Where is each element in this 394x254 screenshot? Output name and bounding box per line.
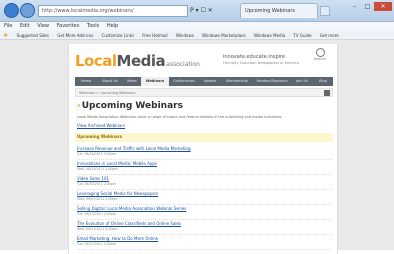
intro-text: Local Media Association Webinars cover a… <box>77 115 283 119</box>
search-label: Search <box>313 57 327 61</box>
webinar-link[interactable]: Increase Revenue and Traffic with Local … <box>77 146 191 151</box>
nav-awards[interactable]: Awards <box>199 77 221 86</box>
menu-edit[interactable]: Edit <box>20 23 30 29</box>
favorite-link[interactable]: Windows <box>176 33 194 38</box>
site-search[interactable]: Search <box>307 48 333 68</box>
favorite-link[interactable]: Suggested Sites <box>17 33 49 38</box>
archived-webinars-link[interactable]: View Archived Webinars <box>77 123 125 128</box>
address-controls[interactable]: P ▾ ☐ ✕ <box>190 5 220 17</box>
tagline-main: innovate.educate.inspire <box>223 54 286 60</box>
webinar-link[interactable]: Email Marketing: How to Do More Online <box>77 236 158 241</box>
list-item: The Evolution of Online Classifieds and … <box>77 220 332 235</box>
logo-local: Local <box>75 52 117 70</box>
forward-button[interactable] <box>20 3 35 18</box>
menu-tools[interactable]: Tools <box>87 23 99 29</box>
favorite-link[interactable]: Windows Marketplace <box>202 33 246 38</box>
menu-view[interactable]: View <box>37 23 49 29</box>
nav-blog[interactable]: Blog <box>313 77 333 86</box>
close-button[interactable]: ✕ <box>374 2 392 11</box>
browser-window: http://www.localmedia.org/webinars/ P ▾ … <box>0 0 394 254</box>
list-item: Email Marketing: How to Do More Online T… <box>77 235 332 250</box>
favorite-link[interactable]: Free Hotmail <box>142 33 167 38</box>
nav-webinars[interactable]: Webinars <box>141 77 169 86</box>
nav-conferences[interactable]: Conferences <box>169 77 199 86</box>
menu-help[interactable]: Help <box>107 23 118 29</box>
nav-membership[interactable]: Membership <box>221 77 253 86</box>
browser-tab[interactable]: Upcoming Webinars <box>240 3 318 18</box>
list-item: Video Sales 101 Tue, 08/30/2011 2:00pm <box>77 175 332 190</box>
webinar-date: Wed, 09/07/2011 2:00pm <box>77 197 118 201</box>
nav-news[interactable]: News <box>123 77 141 86</box>
webinar-link[interactable]: Leveraging Social Media for Newspapers <box>77 191 158 196</box>
title-caret-icon: › <box>77 101 81 111</box>
webinar-date: Wed, 08/24/2011 2:00pm <box>77 167 118 171</box>
favorite-link[interactable]: Get more <box>320 33 339 38</box>
favorite-link[interactable]: TV Guide <box>293 33 311 38</box>
list-item: Increase Revenue and Traffic with Local … <box>77 145 332 160</box>
nav-vendors[interactable]: Vendors/Sponsors <box>253 77 291 86</box>
list-item: Leveraging Social Media for Newspapers W… <box>77 190 332 205</box>
menu-favorites[interactable]: Favorites <box>57 23 80 29</box>
webinar-date: Tue, 09/13/2011 2:00pm <box>77 212 117 216</box>
webinar-link[interactable]: Innovations in Local Media: Mobile Apps <box>77 161 157 166</box>
favorites-bar: ★ Suggested Sites Get More Add-ons Custo… <box>0 31 394 40</box>
site-tagline: innovate.educate.inspire Formerly Suburb… <box>223 54 299 65</box>
section-title: Upcoming Webinars <box>77 134 122 139</box>
new-tab-button[interactable] <box>320 6 330 16</box>
breadcrumb[interactable]: Webinars > Upcoming Webinars <box>79 89 135 97</box>
webinar-link[interactable]: Selling Digital: Local Media Association… <box>77 206 186 211</box>
logo-media: Media <box>116 52 166 70</box>
address-bar[interactable]: http://www.localmedia.org/webinars/ <box>38 5 188 17</box>
webinar-date: Tue, 08/30/2011 2:00pm <box>77 182 117 186</box>
search-icon <box>315 48 325 57</box>
favorite-link[interactable]: Get More Add-ons <box>57 33 93 38</box>
menu-bar: File Edit View Favorites Tools Help <box>0 22 394 31</box>
nav-home[interactable]: Home <box>75 77 97 86</box>
favorite-link[interactable]: Windows Media <box>254 33 285 38</box>
page-title: ›Upcoming Webinars <box>77 101 183 111</box>
page-viewport: LocalMediaassociation innovate.educate.i… <box>0 40 394 254</box>
webinar-date: Wed, 09/21/2011 2:00pm <box>77 227 118 231</box>
list-item: Selling Digital: Local Media Association… <box>77 205 332 220</box>
logo-association: association <box>166 61 200 68</box>
section-header: Upcoming Webinars <box>75 133 333 142</box>
tagline-sub: Formerly Suburban Newspapers of America <box>223 61 300 65</box>
web-page: LocalMediaassociation innovate.educate.i… <box>68 44 338 254</box>
webinar-date: Tue, 09/27/2011 2:00pm <box>77 242 117 246</box>
webinar-link[interactable]: Video Sales 101 <box>77 176 109 181</box>
print-icon[interactable] <box>324 90 330 96</box>
nav-about[interactable]: About Us <box>97 77 123 86</box>
webinar-date: Tue, 08/16/2011 2:00pm <box>77 152 117 156</box>
main-nav: Home About Us News Webinars Conferences … <box>75 77 333 86</box>
minimize-button[interactable]: – <box>348 2 361 11</box>
browser-titlebar: http://www.localmedia.org/webinars/ P ▾ … <box>0 0 394 22</box>
menu-file[interactable]: File <box>4 23 12 29</box>
list-item: Innovations in Local Media: Mobile Apps … <box>77 160 332 175</box>
breadcrumb-bar: Webinars > Upcoming Webinars <box>75 88 333 97</box>
page-title-text: Upcoming Webinars <box>81 101 183 111</box>
maximize-button[interactable]: □ <box>361 2 374 11</box>
nav-join[interactable]: Join Us <box>291 77 313 86</box>
back-button[interactable] <box>4 3 19 18</box>
favorite-link[interactable]: Customize Links <box>101 33 134 38</box>
webinar-link[interactable]: The Evolution of Online Classifieds and … <box>77 221 181 226</box>
favorites-star-icon[interactable]: ★ <box>3 32 8 39</box>
site-logo[interactable]: LocalMediaassociation <box>75 52 200 74</box>
